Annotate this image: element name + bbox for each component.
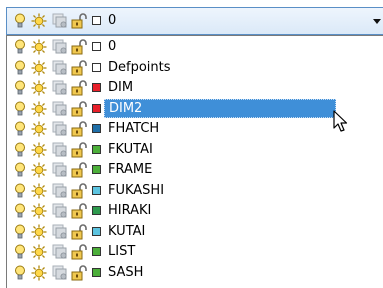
layer-color-swatch xyxy=(92,103,101,113)
layer-combobox[interactable]: 0 xyxy=(6,7,383,35)
layer-name: FHATCH xyxy=(108,121,160,136)
layer-color-swatch xyxy=(92,247,101,256)
layer-dropdown-list[interactable]: 0 Defpoints DIM DIM2 FHATCH FKUTAI FRAME… xyxy=(6,35,383,288)
sun-thaw-icon[interactable] xyxy=(31,13,47,29)
viewport-freeze-icon[interactable] xyxy=(52,39,68,55)
lightbulb-on-icon[interactable] xyxy=(14,162,26,178)
lightbulb-on-icon[interactable] xyxy=(14,265,26,281)
padlock-unlocked-icon[interactable] xyxy=(71,162,87,178)
layer-name: FRAME xyxy=(108,162,153,177)
lightbulb-on-icon[interactable] xyxy=(14,39,26,55)
layer-color-swatch xyxy=(92,206,101,215)
viewport-freeze-icon[interactable] xyxy=(52,162,68,178)
padlock-unlocked-icon[interactable] xyxy=(71,80,87,96)
padlock-unlocked-icon[interactable] xyxy=(71,100,87,117)
sun-thaw-icon[interactable] xyxy=(31,203,47,219)
layer-color-swatch xyxy=(92,267,101,277)
viewport-freeze-icon[interactable] xyxy=(52,203,68,219)
sun-thaw-icon[interactable] xyxy=(31,121,47,137)
viewport-freeze-icon[interactable] xyxy=(52,60,68,76)
layer-color-swatch xyxy=(92,226,101,236)
viewport-freeze-icon[interactable] xyxy=(52,121,68,137)
padlock-unlocked-icon[interactable] xyxy=(71,203,87,219)
layer-color-swatch xyxy=(92,83,101,92)
viewport-freeze-icon[interactable] xyxy=(52,80,68,96)
layer-name: KUTAI xyxy=(108,223,146,239)
layer-list-item[interactable]: FUKASHI xyxy=(7,181,367,201)
layer-list-item[interactable]: KUTAI xyxy=(7,222,367,242)
viewport-freeze-icon[interactable] xyxy=(52,224,68,240)
sun-thaw-icon[interactable] xyxy=(31,101,47,117)
layer-name: LIST xyxy=(108,244,136,259)
padlock-unlocked-icon[interactable] xyxy=(71,121,87,137)
selected-layer-name: 0 xyxy=(108,13,117,28)
sun-thaw-icon[interactable] xyxy=(31,265,47,281)
padlock-unlocked-icon[interactable] xyxy=(71,264,87,281)
layer-name: DIM2 xyxy=(104,98,336,118)
layer-color-swatch xyxy=(92,124,101,133)
padlock-unlocked-icon[interactable] xyxy=(71,59,87,76)
layer-list-item[interactable]: FHATCH xyxy=(7,119,367,139)
sun-thaw-icon[interactable] xyxy=(31,183,47,199)
layer-color-swatch xyxy=(92,42,101,51)
padlock-unlocked-icon[interactable] xyxy=(71,223,87,240)
layer-list-item[interactable]: DIM2 xyxy=(7,98,367,119)
layer-list-item[interactable]: FRAME xyxy=(7,160,367,180)
lightbulb-on-icon[interactable] xyxy=(14,244,26,260)
lightbulb-on-icon[interactable] xyxy=(14,101,26,117)
sun-thaw-icon[interactable] xyxy=(31,60,47,76)
viewport-freeze-icon[interactable] xyxy=(52,265,68,281)
layer-name: HIRAKI xyxy=(108,203,152,218)
padlock-unlocked-icon[interactable] xyxy=(71,182,87,199)
sun-thaw-icon[interactable] xyxy=(31,224,47,240)
layer-color-swatch xyxy=(92,144,101,154)
layer-name: Defpoints xyxy=(108,59,171,75)
layer-list-item[interactable]: LIST xyxy=(7,242,367,262)
lightbulb-on-icon[interactable] xyxy=(14,60,26,76)
sun-thaw-icon[interactable] xyxy=(31,162,47,178)
sun-thaw-icon[interactable] xyxy=(31,244,47,260)
padlock-unlocked-icon[interactable] xyxy=(71,141,87,158)
lightbulb-on-icon[interactable] xyxy=(14,203,26,219)
layer-name: FKUTAI xyxy=(108,141,153,157)
layer-color-swatch xyxy=(92,62,101,72)
viewport-freeze-icon[interactable] xyxy=(52,101,68,117)
layer-color-swatch xyxy=(92,16,101,25)
lightbulb-on-icon[interactable] xyxy=(14,183,26,199)
layer-list-item[interactable]: 0 xyxy=(7,37,367,57)
layer-list-item[interactable]: FKUTAI xyxy=(7,140,367,160)
layer-name: DIM xyxy=(108,80,134,95)
viewport-freeze-icon[interactable] xyxy=(52,183,68,199)
lightbulb-on-icon[interactable] xyxy=(14,13,26,29)
layer-name: SASH xyxy=(108,264,144,280)
viewport-freeze-icon[interactable] xyxy=(52,142,68,158)
dropdown-arrow-icon[interactable] xyxy=(373,19,381,24)
layer-list-item[interactable]: Defpoints xyxy=(7,58,367,78)
layer-combobox-current: 0 xyxy=(7,11,367,31)
lightbulb-on-icon[interactable] xyxy=(14,224,26,240)
layer-name: FUKASHI xyxy=(108,182,165,198)
sun-thaw-icon[interactable] xyxy=(31,142,47,158)
padlock-unlocked-icon[interactable] xyxy=(71,244,87,260)
layer-color-swatch xyxy=(92,165,101,174)
mouse-pointer-icon xyxy=(333,110,348,132)
layer-color-swatch xyxy=(92,185,101,195)
sun-thaw-icon[interactable] xyxy=(31,80,47,96)
viewport-freeze-icon[interactable] xyxy=(52,13,68,29)
lightbulb-on-icon[interactable] xyxy=(14,121,26,137)
padlock-unlocked-icon[interactable] xyxy=(71,39,87,55)
sun-thaw-icon[interactable] xyxy=(31,39,47,55)
layer-list-item[interactable]: DIM xyxy=(7,78,367,98)
lightbulb-on-icon[interactable] xyxy=(14,80,26,96)
padlock-unlocked-icon[interactable] xyxy=(71,13,87,29)
layer-name: 0 xyxy=(108,39,117,54)
lightbulb-on-icon[interactable] xyxy=(14,142,26,158)
layer-list-item[interactable]: SASH xyxy=(7,263,367,283)
viewport-freeze-icon[interactable] xyxy=(52,244,68,260)
layer-list-item[interactable]: HIRAKI xyxy=(7,201,367,221)
